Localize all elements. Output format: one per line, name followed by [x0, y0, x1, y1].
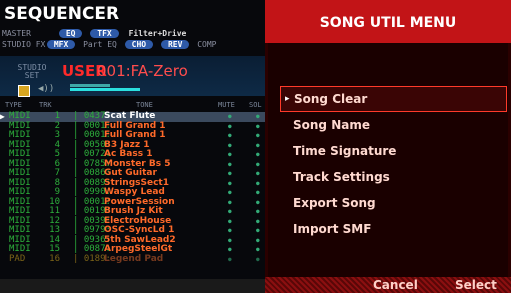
menu-item-time-signature[interactable]: Time Signature	[280, 138, 507, 164]
mfx-pill[interactable]: MFX	[46, 40, 76, 49]
mute-indicator[interactable]: ●	[228, 245, 232, 255]
solo-indicator[interactable]: ●	[256, 217, 260, 227]
col-type: TYPE	[5, 101, 22, 109]
mute-indicator[interactable]: ●	[228, 150, 232, 160]
sequencer-footer	[0, 279, 265, 293]
select-button[interactable]: Select	[455, 277, 497, 293]
mute-indicator[interactable]: ●	[228, 217, 232, 227]
mute-indicator[interactable]: ●	[228, 112, 232, 122]
menu-item-song-clear[interactable]: ▸ Song Clear	[280, 86, 507, 112]
solo-indicator[interactable]: ●	[256, 188, 260, 198]
solo-indicator[interactable]: ●	[256, 255, 260, 265]
mute-indicator[interactable]: ●	[228, 179, 232, 189]
solo-indicator[interactable]: ●	[256, 141, 260, 151]
menu-list: ▸ Song Clear Song Name Time Signature Track …	[280, 86, 507, 242]
mute-indicator[interactable]: ●	[228, 207, 232, 217]
menu-item-label: Import SMF	[293, 222, 372, 236]
menu-item-import-smf[interactable]: Import SMF	[280, 216, 507, 242]
menu-item-label: Song Name	[293, 118, 370, 132]
mute-indicator[interactable]: ●	[228, 160, 232, 170]
menu-title: SONG UTIL MENU	[319, 15, 457, 31]
tone-name: Legend Pad	[104, 253, 164, 264]
col-tone: TONE	[136, 101, 153, 109]
part-eq-label: Part EQ	[83, 40, 117, 49]
sequencer-title: SEQUENCER	[4, 4, 120, 24]
sequencer-panel: SEQUENCER MASTER EQ TFX Filter+Drive STU…	[0, 0, 265, 293]
mute-indicator[interactable]: ●	[228, 131, 232, 141]
track-number: 16	[49, 253, 60, 264]
studio-fx-label: STUDIO FX	[2, 40, 46, 49]
menu-item-label: Time Signature	[293, 144, 397, 158]
mute-indicator[interactable]: ●	[228, 188, 232, 198]
song-util-menu-panel: SONG UTIL MENU ▸ Song Clear Song Name Time …	[265, 0, 511, 293]
studio-set-label: STUDIO SET	[17, 63, 47, 80]
mute-indicator[interactable]: ●	[228, 169, 232, 179]
solo-indicator[interactable]: ●	[256, 131, 260, 141]
studio-set-name[interactable]: 001:FA-Zero	[97, 62, 188, 80]
menu-item-label: Export Song	[293, 196, 376, 210]
menu-item-export-song[interactable]: Export Song	[280, 190, 507, 216]
mute-indicator[interactable]: ●	[228, 236, 232, 246]
master-line: MASTER EQ TFX Filter+Drive	[2, 29, 191, 38]
tfx-pill[interactable]: TFX	[90, 29, 119, 38]
solo-indicator[interactable]: ●	[256, 179, 260, 189]
solo-indicator[interactable]: ●	[256, 150, 260, 160]
menu-item-label: Song Clear	[294, 92, 368, 106]
mute-indicator[interactable]: ●	[228, 122, 232, 132]
level-meter-bar-top	[70, 84, 110, 87]
menu-item-track-settings[interactable]: Track Settings	[280, 164, 507, 190]
menu-item-song-name[interactable]: Song Name	[280, 112, 507, 138]
solo-indicator[interactable]: ●	[256, 160, 260, 170]
menu-item-label: Track Settings	[293, 170, 390, 184]
col-mute: MUTE	[218, 101, 235, 109]
row-cursor-icon: ▶	[0, 112, 5, 121]
solo-indicator[interactable]: ●	[256, 236, 260, 246]
eq-pill[interactable]: EQ	[58, 29, 83, 38]
tfx-value: Filter+Drive	[128, 29, 187, 38]
mute-indicator[interactable]: ●	[228, 141, 232, 151]
cancel-button[interactable]: Cancel	[373, 277, 418, 293]
speaker-icon: ◀))	[38, 84, 55, 94]
menu-cursor-icon: ▸	[285, 94, 290, 104]
mute-indicator[interactable]: ●	[228, 255, 232, 265]
solo-indicator[interactable]: ●	[256, 207, 260, 217]
solo-indicator[interactable]: ●	[256, 112, 260, 122]
track-list: ▶ MIDI 1 | 0437: Scat Flute ● ● MIDI 2 | 0001: Ful…	[0, 111, 265, 265]
solo-indicator[interactable]: ●	[256, 245, 260, 255]
comp-label: COMP	[197, 40, 217, 49]
master-label: MASTER	[2, 29, 31, 38]
level-meter-bar	[70, 88, 140, 91]
cho-pill[interactable]: CHO	[124, 40, 154, 49]
solo-indicator[interactable]: ●	[256, 226, 260, 236]
studio-fx-line: STUDIO FX MFX Part EQ CHO REV COMP	[2, 40, 216, 49]
mute-indicator[interactable]: ●	[228, 198, 232, 208]
rev-pill[interactable]: REV	[160, 40, 190, 49]
solo-indicator[interactable]: ●	[256, 198, 260, 208]
solo-indicator[interactable]: ●	[256, 169, 260, 179]
solo-indicator[interactable]: ●	[256, 122, 260, 132]
track-type: PAD	[9, 253, 26, 264]
checkbox-icon[interactable]	[18, 85, 30, 97]
col-solo: SOL	[249, 101, 262, 109]
track-row[interactable]: PAD 16 | 0189: Legend Pad ● ●	[0, 253, 265, 265]
col-trk: TRK	[39, 101, 52, 109]
mute-indicator[interactable]: ●	[228, 226, 232, 236]
